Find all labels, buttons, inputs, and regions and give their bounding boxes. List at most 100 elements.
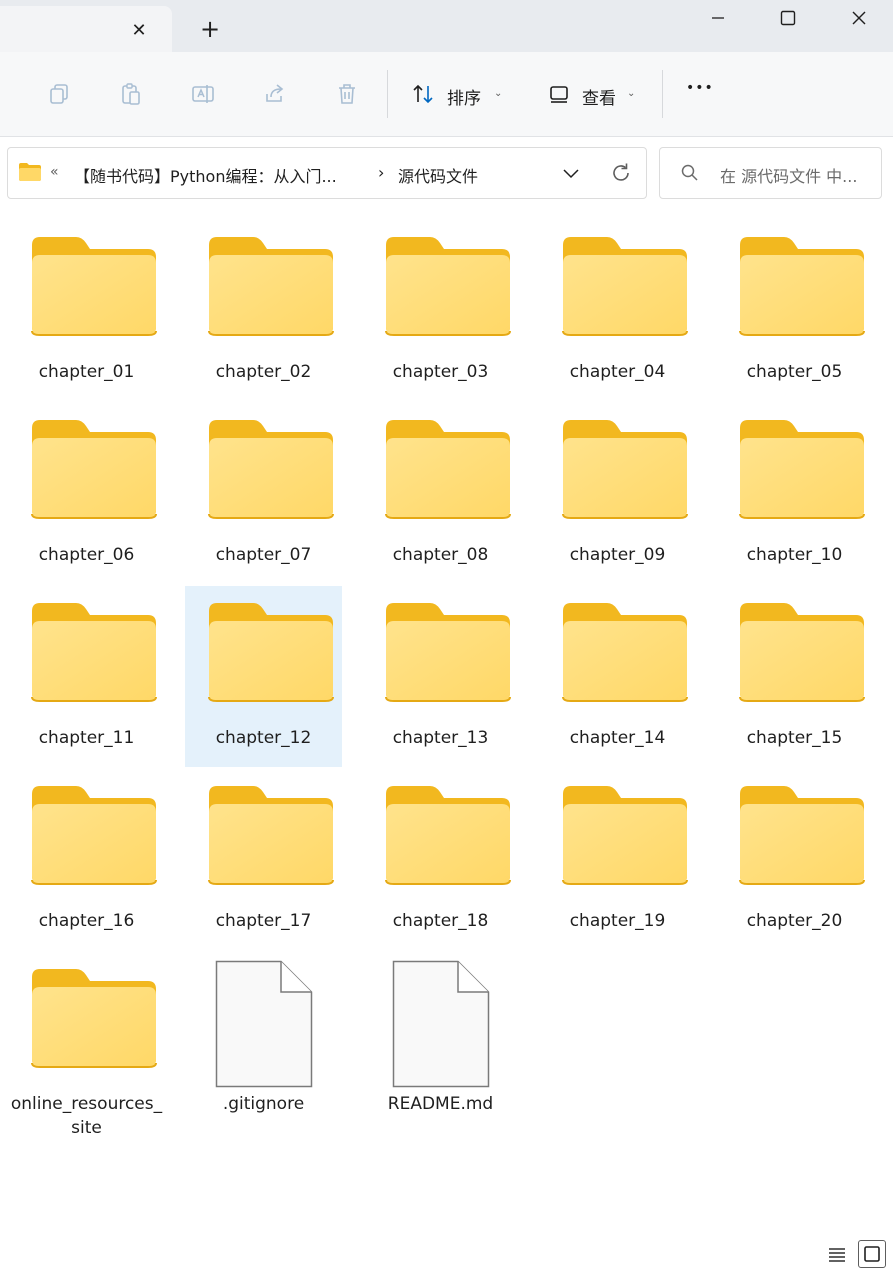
folder-icon [562,603,688,702]
item-name: chapter_15 [746,728,843,748]
folder-icon [562,420,688,519]
breadcrumb-separator: › [378,163,385,182]
tab-current[interactable]: ✕ [0,6,172,52]
maximize-button[interactable] [765,4,811,32]
folder-icon [739,237,865,336]
item-name: chapter_10 [746,545,843,565]
folder-icon [31,420,157,519]
toolbar-separator [662,70,663,118]
share-icon [266,84,284,102]
folder-icon [739,603,865,702]
sort-button[interactable]: 排序 [447,84,481,109]
breadcrumb-item[interactable]: 【随书代码】Python编程：从入门... [74,163,337,187]
minimize-button[interactable] [695,4,741,32]
details-view-button[interactable] [823,1240,851,1268]
sort-chevron-down-icon: ⌄ [494,88,503,99]
item-name: chapter_02 [215,362,312,382]
folder-icon [385,603,511,702]
folder-item[interactable]: chapter_11 [8,586,165,767]
refresh-icon[interactable] [609,161,633,185]
chevron-down-icon[interactable] [561,165,581,181]
item-name: chapter_03 [392,362,489,382]
folder-item[interactable]: chapter_18 [362,769,519,950]
folder-item[interactable]: chapter_03 [362,220,519,401]
search-icon [681,164,698,181]
breadcrumb-current[interactable]: 源代码文件 [398,163,478,187]
folder-item[interactable]: chapter_08 [362,403,519,584]
share-button[interactable] [261,80,289,108]
folder-icon [31,969,157,1068]
trash-icon [339,84,355,104]
rename-icon [192,85,214,103]
more-options-button[interactable]: ••• [686,80,714,96]
item-name: chapter_12 [215,728,312,748]
folder-icon [208,603,334,702]
search-input[interactable]: 在 源代码文件 中... [720,163,857,187]
copy-button[interactable] [45,80,73,108]
sort-icon [413,84,433,104]
folder-icon [31,237,157,336]
folder-item[interactable]: chapter_09 [539,403,696,584]
item-name: chapter_13 [392,728,489,748]
address-bar[interactable]: « 【随书代码】Python编程：从入门... › 源代码文件 [7,147,647,199]
rename-button[interactable] [189,80,217,108]
folder-item[interactable]: chapter_01 [8,220,165,401]
title-bar: ✕ + [0,0,893,52]
file-item[interactable]: .gitignore [185,952,342,1133]
folder-item[interactable]: chapter_05 [716,220,873,401]
folder-item[interactable]: chapter_15 [716,586,873,767]
item-name: chapter_11 [38,728,135,748]
folder-icon [385,786,511,885]
folder-item[interactable]: chapter_13 [362,586,519,767]
folder-icon [385,420,511,519]
new-tab-button[interactable]: + [198,17,222,41]
document-icon [392,960,490,1088]
item-name: chapter_07 [215,545,312,565]
folder-item[interactable]: chapter_04 [539,220,696,401]
command-bar: 排序 ⌄ 查看 ⌄ ••• [0,52,893,137]
view-icon-wrap[interactable] [545,80,573,108]
tiles-view-icon [864,1246,880,1262]
folder-item[interactable]: chapter_07 [185,403,342,584]
delete-button[interactable] [333,80,361,108]
folder-icon [19,163,41,181]
item-name: chapter_20 [746,911,843,931]
item-name: chapter_06 [38,545,135,565]
folder-icon [31,786,157,885]
file-item[interactable]: README.md [362,952,519,1133]
search-box[interactable]: 在 源代码文件 中... [659,147,882,199]
item-name: chapter_18 [392,911,489,931]
view-button[interactable]: 查看 [582,84,616,109]
close-window-button[interactable] [836,4,882,32]
folder-item[interactable]: chapter_17 [185,769,342,950]
breadcrumb-overflow[interactable]: « [50,164,59,180]
folder-icon [562,237,688,336]
folder-item[interactable]: chapter_02 [185,220,342,401]
folder-icon [739,786,865,885]
item-name: chapter_14 [569,728,666,748]
tab-close-icon[interactable]: ✕ [128,20,150,42]
folder-item[interactable]: chapter_06 [8,403,165,584]
item-name: chapter_04 [569,362,666,382]
paste-button[interactable] [117,80,145,108]
maximize-icon [780,10,796,26]
folder-item[interactable]: chapter_12 [185,586,342,767]
item-name: chapter_19 [569,911,666,931]
folder-icon [562,786,688,885]
item-name: chapter_05 [746,362,843,382]
sort-icon-wrap[interactable] [410,80,438,108]
folder-item[interactable]: chapter_19 [539,769,696,950]
folder-item[interactable]: chapter_10 [716,403,873,584]
large-icons-view-button[interactable] [858,1240,886,1268]
folder-icon [385,237,511,336]
copy-icon [50,84,68,104]
folder-item[interactable]: online_resources_site [8,952,165,1138]
item-name: README.md [387,1094,494,1114]
folder-item[interactable]: chapter_20 [716,769,873,950]
paste-icon [122,83,140,105]
folder-item[interactable]: chapter_14 [539,586,696,767]
folder-icon [31,603,157,702]
item-name: chapter_16 [38,911,135,931]
folder-item[interactable]: chapter_16 [8,769,165,950]
view-chevron-down-icon: ⌄ [627,88,636,99]
